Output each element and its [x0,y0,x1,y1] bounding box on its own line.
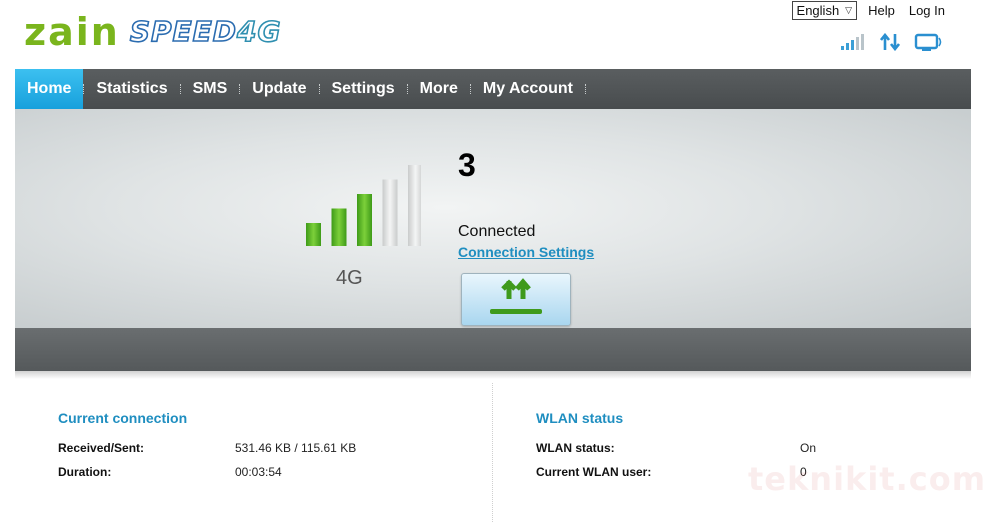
wlan-status-title: WLAN status [536,410,624,426]
login-link[interactable]: Log In [906,3,948,18]
info-label: Received/Sent: [58,441,145,455]
language-value: English [796,3,840,18]
band-shadow [15,371,971,379]
info-row: Duration: 00:03:54 [58,460,478,484]
signal-bar [357,194,372,246]
current-connection-title: Current connection [58,410,188,426]
wifi-device-icon [914,33,944,56]
status-icons [840,32,944,56]
signal-bar [331,208,347,246]
info-label: WLAN status: [536,441,615,455]
signal-bar [306,223,321,246]
product-name: SPEED4G [129,14,282,49]
connection-settings-link[interactable]: Connection Settings [458,244,594,260]
network-type: 4G [336,267,363,289]
main-nav: Home Statistics SMS Update Settings More… [15,69,971,109]
current-connection-panel: Current connection Received/Sent: 531.46… [58,410,478,484]
panel-divider [492,383,493,522]
info-value: 531.46 KB / 115.61 KB [235,441,357,455]
brand-logo: zain SPEED4G [24,10,282,54]
brand-name: zain [24,10,120,54]
top-links: English ▽ Help Log In [791,1,948,20]
help-link[interactable]: Help [865,3,898,18]
chevron-down-icon: ▽ [845,5,853,15]
nav-more[interactable]: More [408,69,470,109]
nav-my-account[interactable]: My Account [471,69,585,109]
nav-separator [585,69,586,109]
isp-name: 3 [458,147,476,183]
signal-bar [408,165,421,246]
info-value: On [800,441,817,455]
info-label: Duration: [58,465,112,479]
nav-statistics[interactable]: Statistics [84,69,179,109]
connection-status-panel: 4G 3 Connected Connection Settings [15,109,971,328]
language-select[interactable]: English ▽ [791,1,858,20]
status-band [15,328,971,371]
connection-status-text: Connected [458,223,536,240]
data-transfer-icon [488,277,544,322]
info-value: 00:03:54 [235,465,282,479]
nav-settings[interactable]: Settings [320,69,407,109]
signal-bar [382,179,398,246]
data-transfer-icon [879,32,901,56]
info-row: WLAN status: On [536,436,936,460]
nav-sms[interactable]: SMS [181,69,240,109]
info-row: Received/Sent: 531.46 KB / 115.61 KB [58,436,478,460]
nav-update[interactable]: Update [240,69,318,109]
connect-toggle-button[interactable] [461,273,571,326]
signal-strength-icon [840,33,866,56]
nav-home[interactable]: Home [15,69,84,109]
signal-strength-indicator [306,165,421,246]
watermark: teknikit.com [748,460,987,498]
